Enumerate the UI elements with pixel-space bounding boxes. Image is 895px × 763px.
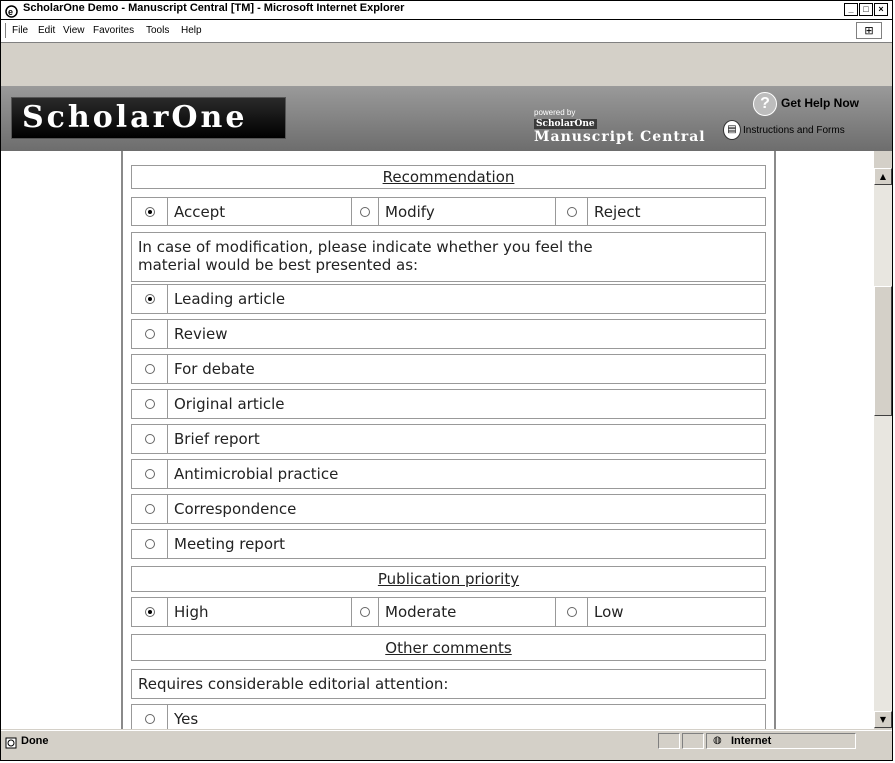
- zone-text: Internet: [731, 735, 772, 747]
- powered-brand: ScholarOne: [534, 119, 597, 129]
- status-panel: [682, 733, 704, 749]
- list-item: Yes: [131, 704, 766, 729]
- menu-favorites[interactable]: Favorites: [93, 25, 134, 36]
- antimicrobial-practice-radio[interactable]: [144, 469, 155, 479]
- option-label: Meeting report: [174, 535, 286, 553]
- svg-text:e: e: [8, 7, 13, 17]
- menu-grip: [5, 23, 9, 38]
- meeting-report-radio[interactable]: [144, 539, 155, 549]
- maximize-icon[interactable]: □: [859, 3, 873, 16]
- page-content: Recommendation Accept Modify Reject In c…: [1, 151, 874, 729]
- manuscript-central-logo: Manuscript Central: [534, 129, 706, 145]
- option-label: For debate: [174, 360, 255, 378]
- option-label: Brief report: [174, 430, 260, 448]
- brief-report-radio[interactable]: [144, 434, 155, 444]
- globe-icon: ◍: [713, 735, 722, 746]
- option-label: Correspondence: [174, 500, 297, 518]
- prompt-text: Requires considerable editorial attentio…: [138, 675, 449, 693]
- low-radio[interactable]: [566, 607, 577, 617]
- accept-label: Accept: [174, 202, 226, 221]
- priority-options-row: High Moderate Low: [131, 597, 766, 627]
- correspondence-radio[interactable]: [144, 504, 155, 514]
- help-icon[interactable]: ?: [753, 92, 777, 116]
- menu-file[interactable]: File: [12, 25, 28, 36]
- menu-help[interactable]: Help: [181, 25, 202, 36]
- modify-label: Modify: [385, 202, 435, 221]
- list-item: Brief report: [131, 424, 766, 454]
- scroll-down-icon[interactable]: ▼: [874, 711, 892, 728]
- prompt-line-1: In case of modification, please indicate…: [138, 238, 593, 256]
- list-item: Leading article: [131, 284, 766, 314]
- section-heading: Other comments: [385, 638, 512, 657]
- menu-edit[interactable]: Edit: [38, 25, 55, 36]
- instructions-link[interactable]: Instructions and Forms: [743, 125, 845, 136]
- list-item: Correspondence: [131, 494, 766, 524]
- modification-prompt: In case of modification, please indicate…: [131, 232, 766, 282]
- for-debate-radio[interactable]: [144, 364, 155, 374]
- low-label: Low: [594, 603, 624, 621]
- list-item: Original article: [131, 389, 766, 419]
- vertical-scrollbar[interactable]: ▲ ▼: [874, 168, 892, 728]
- option-label: Yes: [174, 710, 199, 728]
- minimize-icon[interactable]: _: [844, 3, 858, 16]
- reject-radio[interactable]: [566, 206, 577, 217]
- yes-radio[interactable]: [144, 714, 155, 724]
- modify-radio[interactable]: [360, 206, 370, 217]
- high-label: High: [174, 603, 209, 621]
- browser-window: e ScholarOne Demo - Manuscript Central […: [0, 0, 893, 761]
- editorial-attention-prompt: Requires considerable editorial attentio…: [131, 669, 766, 699]
- scroll-thumb[interactable]: [874, 286, 892, 416]
- moderate-radio[interactable]: [360, 607, 370, 617]
- zone-panel: ◍ Internet: [706, 733, 856, 749]
- powered-by-label: powered by: [534, 108, 576, 117]
- title-bar: e ScholarOne Demo - Manuscript Central […: [1, 1, 892, 20]
- reject-label: Reject: [594, 202, 641, 221]
- document-icon[interactable]: ▤: [723, 120, 741, 140]
- get-help-link[interactable]: Get Help Now: [781, 96, 859, 110]
- list-item: Antimicrobial practice: [131, 459, 766, 489]
- section-heading: Recommendation: [382, 168, 515, 186]
- page-icon: [5, 734, 17, 749]
- other-comments-header: Other comments: [131, 634, 766, 661]
- review-radio[interactable]: [144, 329, 155, 339]
- scroll-up-icon[interactable]: ▲: [874, 168, 892, 185]
- status-text: Done: [21, 735, 49, 747]
- scholarone-logo[interactable]: ScholarOne: [11, 97, 286, 139]
- option-label: Original article: [174, 395, 285, 413]
- windows-logo-icon: ⊞: [856, 22, 882, 39]
- menu-bar: File Edit View Favorites Tools Help ⊞: [1, 20, 892, 43]
- option-label: Antimicrobial practice: [174, 465, 339, 483]
- ie-icon: e: [5, 3, 18, 18]
- window-title: ScholarOne Demo - Manuscript Central [TM…: [23, 2, 405, 14]
- priority-header: Publication priority: [131, 566, 766, 592]
- high-radio[interactable]: [144, 607, 155, 617]
- option-label: Leading article: [174, 290, 286, 308]
- list-item: Meeting report: [131, 529, 766, 559]
- list-item: Review: [131, 319, 766, 349]
- recommendation-options-row: Accept Modify Reject: [131, 197, 766, 226]
- menu-tools[interactable]: Tools: [146, 25, 169, 36]
- status-panel: [658, 733, 680, 749]
- moderate-label: Moderate: [385, 603, 457, 621]
- recommendation-header: Recommendation: [131, 165, 766, 189]
- accept-radio[interactable]: [144, 206, 155, 217]
- status-bar: Done ◍ Internet: [1, 730, 892, 752]
- menu-view[interactable]: View: [63, 25, 85, 36]
- leading-article-radio[interactable]: [144, 294, 155, 304]
- original-article-radio[interactable]: [144, 399, 155, 409]
- prompt-line-2: material would be best presented as:: [138, 256, 419, 274]
- section-heading: Publication priority: [377, 570, 520, 588]
- list-item: For debate: [131, 354, 766, 384]
- option-label: Review: [174, 325, 228, 343]
- close-icon[interactable]: ×: [874, 3, 888, 16]
